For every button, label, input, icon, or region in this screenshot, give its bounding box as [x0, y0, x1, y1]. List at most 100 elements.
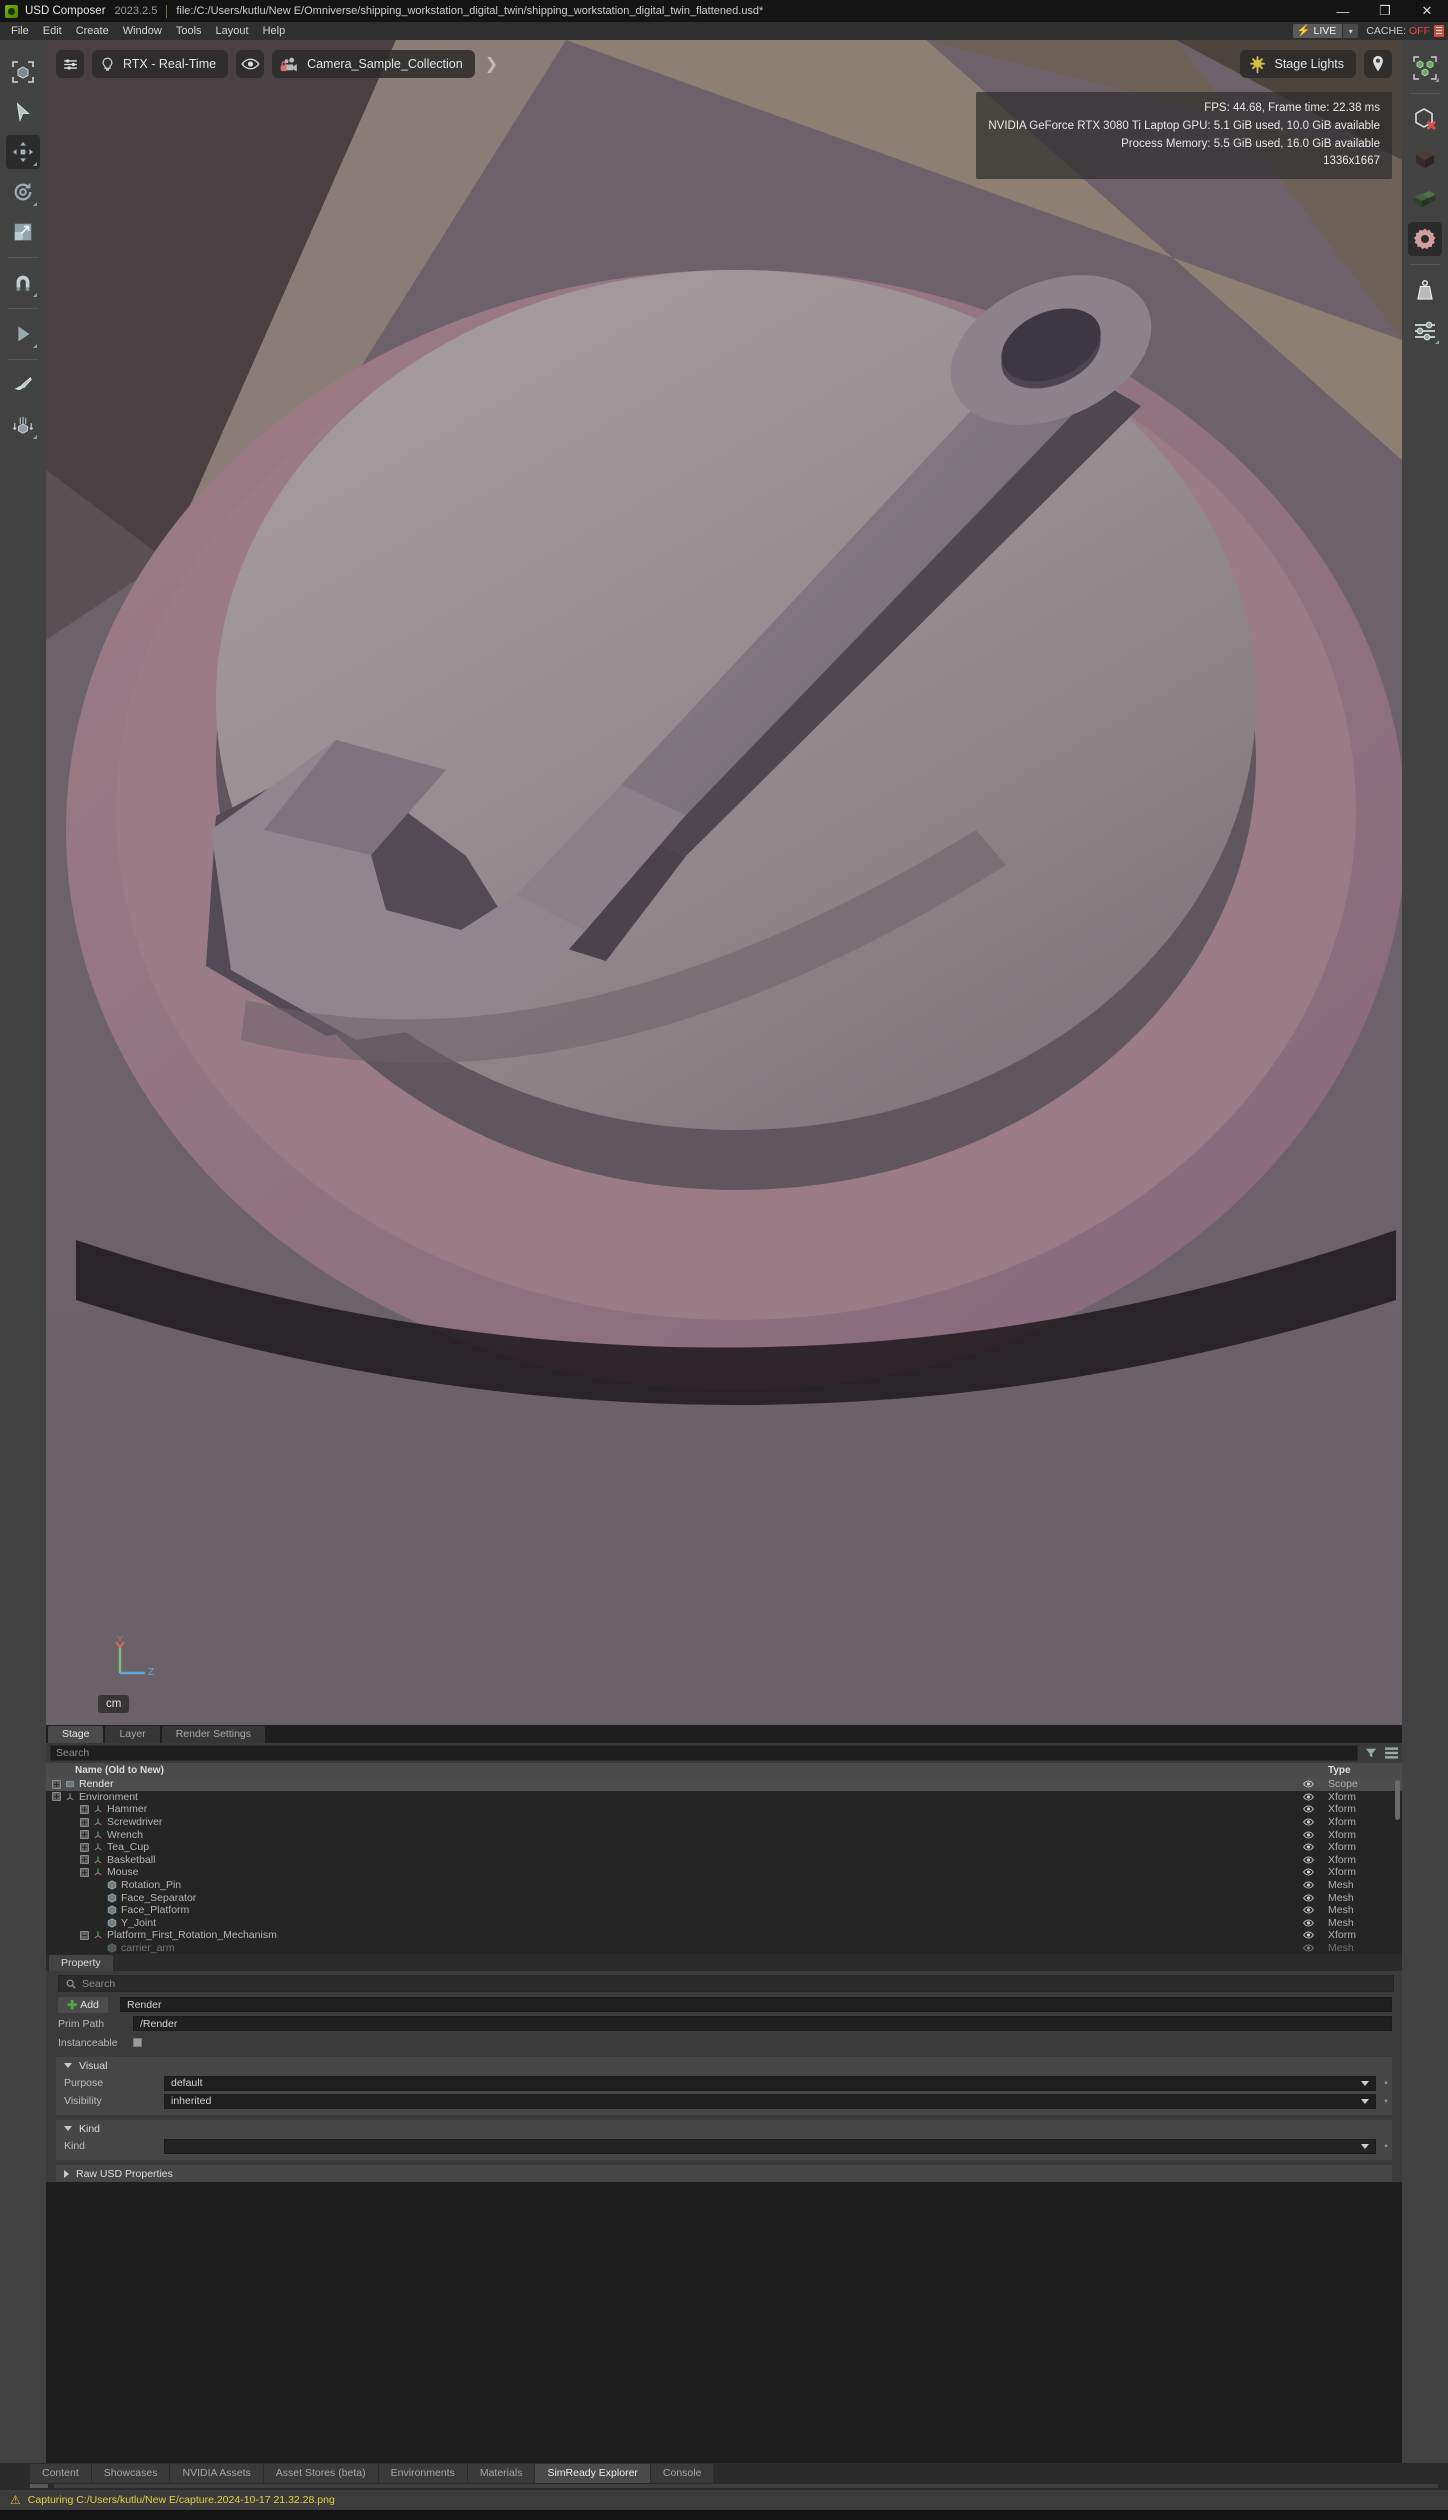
physics-drop-tool[interactable] [6, 408, 40, 442]
viewport-unit-badge[interactable]: cm [98, 1695, 130, 1713]
expand-icon[interactable] [80, 1867, 89, 1877]
table-row[interactable]: Face_Platform Mesh [46, 1904, 1402, 1917]
renderer-selector[interactable]: RTX - Real-Time [92, 50, 229, 78]
expand-icon[interactable] [80, 1842, 89, 1852]
bottom-tab-showcases[interactable]: Showcases [91, 2464, 171, 2483]
collapse-icon[interactable] [80, 1930, 89, 1940]
table-row[interactable]: Mouse Xform [46, 1866, 1402, 1879]
table-row[interactable]: Wrench Xform [46, 1828, 1402, 1841]
expand-icon[interactable] [52, 1779, 61, 1789]
add-property-button[interactable]: ✚ Add [58, 1996, 108, 2013]
tab-stage[interactable]: Stage [48, 1726, 104, 1743]
table-row[interactable]: Platform_First_Rotation_Mechanism Xform [46, 1929, 1402, 1942]
bottom-tab-environments[interactable]: Environments [378, 2464, 468, 2483]
viewport[interactable]: RTX - Real-Time Camera_Sample_Collection… [46, 40, 1402, 1725]
move-tool[interactable] [6, 135, 40, 169]
table-row[interactable]: Face_Separator Mesh [46, 1891, 1402, 1904]
viewport-pin-button[interactable] [1364, 50, 1392, 78]
table-row[interactable]: Basketball Xform [46, 1854, 1402, 1867]
menu-help[interactable]: Help [256, 22, 293, 40]
visibility-eye-icon[interactable] [1294, 1831, 1322, 1839]
expand-icon[interactable] [80, 1817, 89, 1827]
live-dropdown-button[interactable]: ▾ [1343, 24, 1359, 38]
property-search-input[interactable]: Search [58, 1975, 1394, 1993]
menu-window[interactable]: Window [116, 22, 169, 40]
minimize-button[interactable]: — [1322, 0, 1364, 22]
prim-path-field[interactable]: /Render [133, 2016, 1392, 2032]
tab-layer[interactable]: Layer [105, 1726, 160, 1743]
purpose-extra-icon[interactable]: ▪ [1380, 2078, 1392, 2089]
expand-icon[interactable] [80, 1804, 89, 1814]
cache-document-icon[interactable] [1434, 25, 1444, 37]
instance-group-icon[interactable] [1408, 51, 1442, 85]
menu-layout[interactable]: Layout [209, 22, 256, 40]
hamburger-menu-icon[interactable] [1384, 1746, 1398, 1760]
visibility-eye-icon[interactable] [1294, 1894, 1322, 1902]
expand-icon[interactable] [52, 1792, 61, 1802]
table-row[interactable]: Environment Xform [46, 1791, 1402, 1804]
close-button[interactable]: ✕ [1406, 0, 1448, 22]
visibility-eye-icon[interactable] [1294, 1793, 1322, 1801]
table-row[interactable]: Render Scope [46, 1778, 1402, 1791]
table-row[interactable]: Y_Joint Mesh [46, 1917, 1402, 1930]
bottom-tab-content[interactable]: Content [30, 2464, 92, 2483]
scale-tool[interactable] [6, 215, 40, 249]
section-raw-usd-properties[interactable]: Raw USD Properties [56, 2165, 1392, 2183]
expand-icon[interactable] [80, 1855, 89, 1865]
visibility-eye-icon[interactable] [1294, 1780, 1322, 1788]
green-cubes-icon[interactable] [1408, 182, 1442, 216]
hide-unselected-icon[interactable] [1408, 102, 1442, 136]
kind-extra-icon[interactable]: ▪ [1380, 2141, 1392, 2152]
visibility-eye-icon[interactable] [1294, 1843, 1322, 1851]
visibility-eye-icon[interactable] [1294, 1906, 1322, 1914]
table-row[interactable]: carrier_arm Mesh [46, 1942, 1402, 1955]
lighting-selector[interactable]: Stage Lights [1239, 50, 1356, 78]
section-visual-header[interactable]: Visual [56, 2057, 1392, 2074]
visibility-eye-icon[interactable] [1294, 1919, 1322, 1927]
table-row[interactable]: Screwdriver Xform [46, 1816, 1402, 1829]
sliders-icon[interactable] [1408, 313, 1442, 347]
expand-icon[interactable] [80, 1830, 89, 1840]
menu-tools[interactable]: Tools [169, 22, 209, 40]
snap-magnet-tool[interactable] [6, 266, 40, 300]
bottom-tab-simready-explorer[interactable]: SimReady Explorer [535, 2464, 651, 2483]
instanceable-checkbox[interactable] [133, 2038, 142, 2048]
bottom-tab-materials[interactable]: Materials [467, 2464, 536, 2483]
settings-gear-icon[interactable] [1408, 222, 1442, 256]
tab-property[interactable]: Property [49, 1955, 113, 1972]
visibility-eye-icon[interactable] [1294, 1868, 1322, 1876]
filter-icon[interactable] [1364, 1746, 1378, 1760]
visibility-eye-icon[interactable] [1294, 1881, 1322, 1889]
table-row[interactable]: Hammer Xform [46, 1803, 1402, 1816]
visibility-extra-icon[interactable]: ▪ [1380, 2096, 1392, 2107]
camera-selector[interactable]: Camera_Sample_Collection [272, 50, 475, 78]
horizontal-scrollbar[interactable] [0, 2483, 1448, 2490]
viewport-visibility-button[interactable] [236, 50, 265, 78]
section-kind-header[interactable]: Kind [56, 2120, 1392, 2137]
chevron-right-icon[interactable]: ❯ [485, 54, 498, 74]
stage-tree[interactable]: Render Scope Environment Xform Hammer Xform Sc… [46, 1778, 1402, 1955]
tab-render-settings[interactable]: Render Settings [161, 1726, 266, 1743]
maximize-button[interactable]: ❐ [1364, 0, 1406, 22]
menu-file[interactable]: File [4, 22, 36, 40]
pointer-select-tool[interactable] [6, 95, 40, 129]
live-toggle-button[interactable]: ⚡ LIVE [1292, 24, 1343, 38]
table-row[interactable]: Rotation_Pin Mesh [46, 1879, 1402, 1892]
visibility-eye-icon[interactable] [1294, 1856, 1322, 1864]
tree-scrollbar[interactable] [1395, 1780, 1400, 1820]
visibility-eye-icon[interactable] [1294, 1818, 1322, 1826]
purpose-dropdown[interactable]: default [164, 2075, 1376, 2091]
prim-name-field[interactable]: Render [120, 1997, 1392, 2013]
select-bounds-tool[interactable] [6, 55, 40, 89]
kind-dropdown[interactable] [164, 2138, 1376, 2154]
bottom-tab-nvidia-assets[interactable]: NVIDIA Assets [170, 2464, 264, 2483]
dark-cube-icon[interactable] [1408, 142, 1442, 176]
play-tool[interactable] [6, 317, 40, 351]
bottom-tab-console[interactable]: Console [650, 2464, 715, 2483]
viewport-3d-render[interactable] [46, 40, 1402, 1725]
weight-physics-icon[interactable] [1408, 273, 1442, 307]
viewport-settings-button[interactable] [56, 50, 84, 78]
visibility-eye-icon[interactable] [1294, 1931, 1322, 1939]
table-row[interactable]: Tea_Cup Xform [46, 1841, 1402, 1854]
menu-edit[interactable]: Edit [36, 22, 69, 40]
